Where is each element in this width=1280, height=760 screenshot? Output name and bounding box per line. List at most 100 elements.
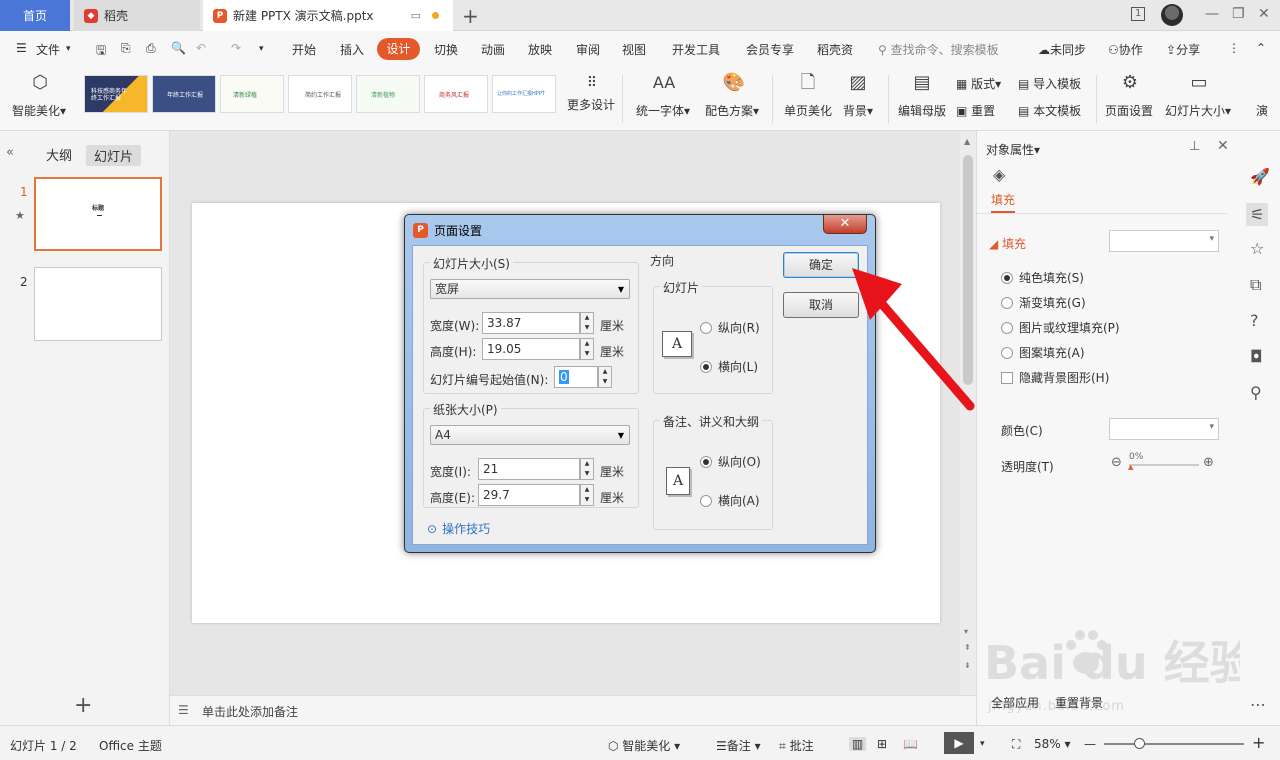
menu-member[interactable]: 会员专享	[746, 41, 794, 58]
theme-name[interactable]: Office 主题	[99, 737, 162, 754]
paper-width-spinner[interactable]: ▲ ▼	[580, 458, 594, 480]
scroll-up-icon[interactable]: ▲	[964, 137, 970, 146]
zoom-out-icon[interactable]: —	[1084, 737, 1096, 751]
hamburger-icon[interactable]: ☰	[16, 41, 27, 55]
new-tab-icon[interactable]: +	[462, 4, 479, 28]
more-design-button[interactable]: 更多设计	[567, 96, 615, 113]
file-dropdown-icon[interactable]: ▾	[66, 44, 71, 54]
slide-thumb-2[interactable]	[34, 267, 162, 341]
zoom-slider[interactable]	[1104, 743, 1244, 745]
fit-window-icon[interactable]: ⛶	[1012, 737, 1020, 752]
page-setup-button[interactable]: 页面设置	[1105, 102, 1153, 119]
option-gradient-fill[interactable]: 渐变填充(G)	[1001, 294, 1086, 311]
animation-star-icon[interactable]: ☆	[1250, 239, 1264, 258]
paper-size-select[interactable]: A4	[430, 425, 630, 445]
normal-view-icon[interactable]: ▥	[849, 737, 867, 751]
panel-title[interactable]: 对象属性▾	[986, 141, 1040, 158]
quick-access-dropdown-icon[interactable]: ▾	[259, 44, 264, 54]
transparency-minus-icon[interactable]: ⊖	[1111, 455, 1122, 470]
location-icon[interactable]: ⚲	[1250, 383, 1262, 402]
collapse-panel-icon[interactable]: «	[6, 145, 14, 160]
tab-daoke[interactable]: ◆ 稻壳	[74, 0, 200, 31]
undo-icon[interactable]: ↶	[196, 41, 206, 55]
reset-button[interactable]: ▣ 重置	[956, 102, 995, 119]
tab-outline[interactable]: 大纲	[46, 145, 72, 164]
design-thumb-5[interactable]: 清新植物	[356, 75, 420, 113]
pin-icon[interactable]: ⊥	[1189, 139, 1200, 154]
menu-daoke[interactable]: 稻壳资	[817, 41, 861, 58]
notes-bar[interactable]: ☰ 单击此处添加备注	[170, 695, 976, 725]
command-search[interactable]: ⚲ 查找命令、搜索模板	[878, 41, 999, 58]
option-picture-fill[interactable]: 图片或纹理填充(P)	[1001, 319, 1120, 336]
layout-button[interactable]: ▦ 版式▾	[956, 75, 1001, 92]
restore-icon[interactable]: ❐	[1232, 6, 1245, 22]
reading-view-icon[interactable]: 📖	[903, 737, 918, 751]
radio-gradient[interactable]	[1001, 296, 1013, 309]
smart-beautify-button[interactable]: 智能美化▾	[12, 102, 66, 119]
menu-start[interactable]: 开始	[292, 41, 316, 58]
radio-slide-portrait[interactable]	[700, 321, 712, 334]
color-scheme-button[interactable]: 配色方案▾	[705, 102, 759, 119]
text-template-button[interactable]: ▤ 本文模板	[1018, 102, 1081, 119]
height-spinner[interactable]: ▲ ▼	[580, 338, 594, 360]
notes-landscape-option[interactable]: 横向(A)	[700, 492, 760, 509]
start-number-input[interactable]: 0	[554, 366, 598, 388]
close-panel-icon[interactable]: ✕	[1217, 138, 1229, 154]
screen-icon[interactable]: ▭	[411, 9, 421, 22]
play-dropdown-icon[interactable]: ▾	[980, 739, 985, 749]
tab-home[interactable]: 首页	[0, 0, 70, 31]
slide-sorter-icon[interactable]: ⊞	[877, 737, 887, 751]
checkbox-hide-bg[interactable]	[1001, 371, 1013, 384]
slide-size-select[interactable]: 宽屏	[430, 279, 630, 299]
option-hide-bg[interactable]: 隐藏背景图形(H)	[1001, 369, 1109, 386]
tab-document[interactable]: P 新建 PPTX 演示文稿.pptx ▭	[203, 0, 453, 31]
transparency-slider[interactable]	[1129, 464, 1199, 466]
backup-icon[interactable]: ◘	[1250, 347, 1263, 366]
radio-notes-portrait[interactable]	[700, 455, 712, 468]
dialog-titlebar[interactable]: P 页面设置	[413, 219, 482, 241]
prev-page-icon[interactable]: ⇞	[964, 643, 971, 652]
print-icon[interactable]: ⎙	[146, 41, 156, 56]
unify-font-button[interactable]: 统一字体▾	[636, 102, 690, 119]
export-pdf-icon[interactable]: ⎘	[121, 41, 131, 56]
window-count-badge[interactable]: 1	[1131, 7, 1146, 21]
menu-developer[interactable]: 开发工具	[672, 41, 720, 58]
scroll-down-icon[interactable]: ▾	[964, 627, 968, 636]
notes-portrait-option[interactable]: 纵向(O)	[700, 453, 761, 470]
help-icon[interactable]: ?	[1250, 311, 1259, 330]
sync-button[interactable]: ☁未同步	[1038, 41, 1086, 58]
collapse-ribbon-icon[interactable]: ⌃	[1256, 41, 1266, 55]
tab-fill[interactable]: 填充	[991, 191, 1016, 213]
radio-slide-landscape[interactable]	[700, 360, 712, 373]
ribbon-overflow[interactable]: 演	[1256, 102, 1268, 119]
paper-height-spinner[interactable]: ▲ ▼	[580, 484, 594, 506]
status-notes[interactable]: ☰备注 ▾	[716, 737, 761, 754]
radio-solid[interactable]	[1001, 271, 1013, 284]
more-vertical-icon[interactable]: ⋮	[1228, 41, 1240, 55]
comment-icon[interactable]: ⧉	[1250, 275, 1261, 295]
design-thumb-4[interactable]: 简约工作汇报	[288, 75, 352, 113]
tab-slides[interactable]: 幻灯片	[86, 145, 142, 166]
background-button[interactable]: 背景▾	[843, 102, 873, 119]
single-beautify-button[interactable]: 单页美化	[784, 102, 832, 119]
apply-all-button[interactable]: 全部应用	[991, 694, 1039, 711]
radio-pattern[interactable]	[1001, 346, 1013, 359]
menu-view[interactable]: 视图	[622, 41, 646, 58]
reset-background-button[interactable]: 重置背景	[1055, 694, 1103, 711]
design-thumb-3[interactable]: 清新绿植	[220, 75, 284, 113]
fill-section-header[interactable]: ◢ 填充	[989, 235, 1026, 252]
save-icon[interactable]: 🖫	[96, 41, 106, 62]
next-page-icon[interactable]: ⇟	[964, 661, 971, 670]
radio-notes-landscape[interactable]	[700, 494, 712, 507]
menu-review[interactable]: 审阅	[576, 41, 600, 58]
design-thumb-2[interactable]: 年终工作汇报	[152, 75, 216, 113]
menu-animation[interactable]: 动画	[481, 41, 505, 58]
design-thumb-6[interactable]: 商务风汇报	[424, 75, 488, 113]
slide-size-button[interactable]: 幻灯片大小▾	[1165, 102, 1231, 119]
properties-icon[interactable]: ⚟	[1246, 203, 1269, 226]
start-number-spinner[interactable]: ▲ ▼	[598, 366, 612, 388]
transparency-plus-icon[interactable]: ⊕	[1203, 455, 1214, 470]
status-comment[interactable]: ⌗ 批注	[779, 737, 814, 754]
option-pattern-fill[interactable]: 图案填充(A)	[1001, 344, 1085, 361]
design-thumb-7[interactable]: 让你的工作汇报HPPT	[492, 75, 556, 113]
